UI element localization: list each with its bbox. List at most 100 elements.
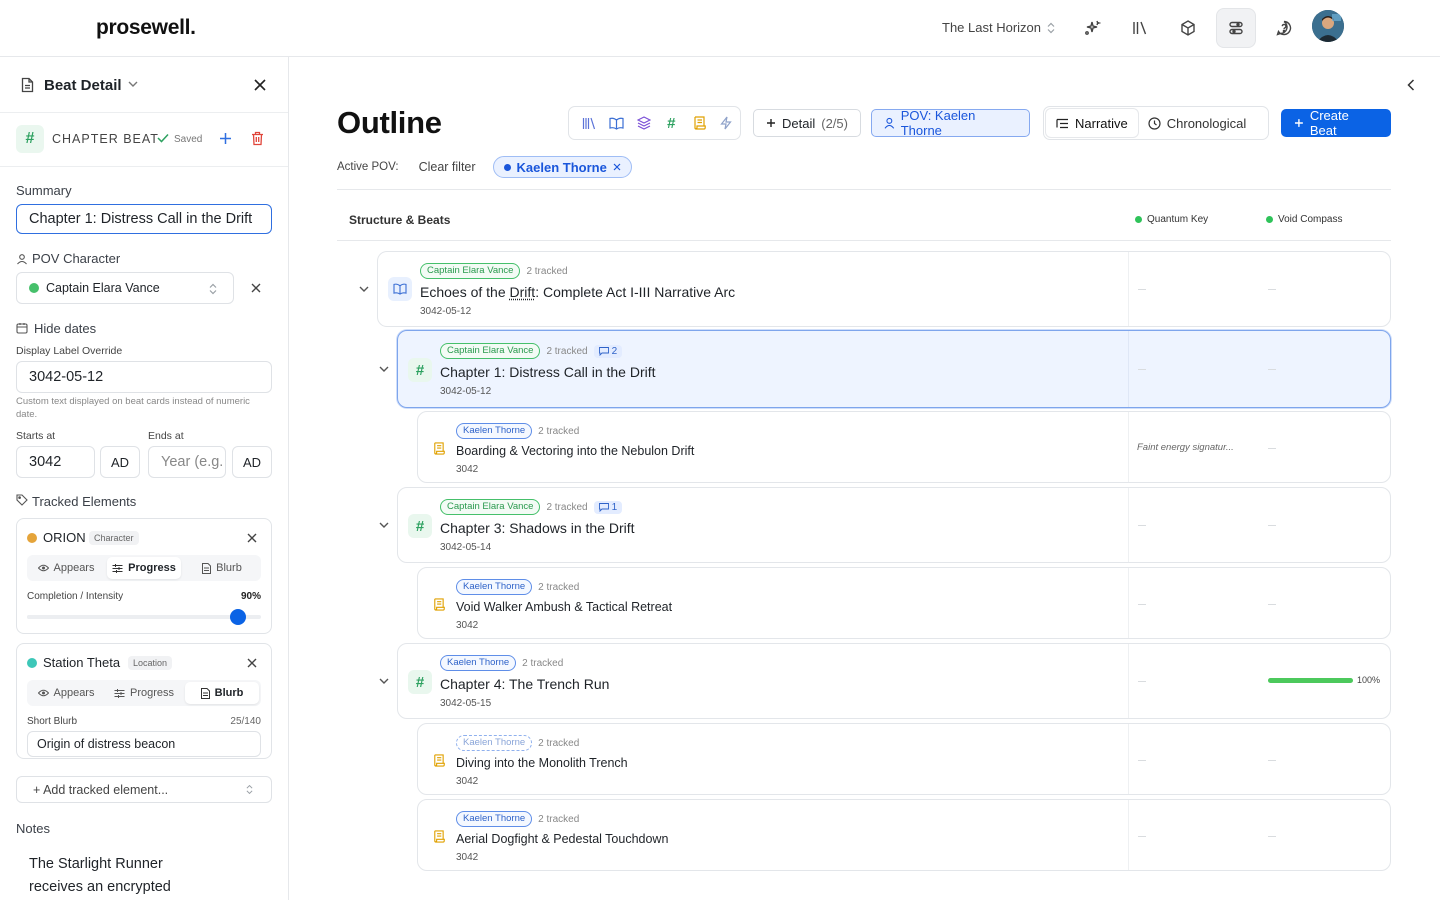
sliders-icon[interactable] (1216, 8, 1256, 48)
beat-card[interactable]: Kaelen Thorne 2 tracked Void Walker Ambu… (417, 567, 1391, 639)
pov-pill[interactable]: Kaelen Thorne (440, 655, 517, 671)
view-mode-toggle: Narrative Chronological (1043, 106, 1269, 140)
collapse-chevron-icon[interactable] (379, 522, 389, 529)
starts-year-input[interactable]: 3042 (16, 446, 95, 478)
slider-thumb[interactable] (229, 609, 246, 625)
layers-icon[interactable] (630, 109, 658, 137)
pov-filter-button[interactable]: POV: Kaelen Thorne (871, 108, 1030, 138)
tracked-element-card: Station Theta Location Appears Progress … (16, 643, 272, 759)
completion-label: Completion / Intensity (27, 591, 124, 602)
column-void-compass[interactable]: Void Compass (1266, 214, 1342, 225)
chronological-view-button[interactable]: Chronological (1138, 109, 1257, 137)
pov-pill[interactable]: Captain Elara Vance (420, 263, 521, 279)
element-type-badge: Character (89, 531, 139, 545)
pov-pill[interactable]: Kaelen Thorne (456, 735, 533, 751)
plus-icon[interactable] (219, 132, 232, 145)
add-tracked-element-select[interactable]: + Add tracked element... (16, 776, 272, 803)
user-avatar[interactable] (1312, 10, 1344, 42)
sparkles-icon[interactable] (1072, 8, 1112, 48)
summary-input[interactable]: Chapter 1: Distress Call in the Drift (16, 204, 272, 234)
beat-card[interactable]: # Kaelen Thorne 2 tracked Chapter 4: The… (397, 643, 1391, 719)
hide-dates-toggle[interactable]: Hide dates (34, 321, 96, 336)
outline-main: Outline # Detail (2/5) POV: Kaelen Thorn… (289, 57, 1440, 900)
quantum-key-cell[interactable]: Faint energy signatur... (1137, 442, 1234, 453)
scroll-icon[interactable] (685, 109, 713, 137)
beat-card[interactable]: Kaelen Thorne 2 tracked Diving into the … (417, 723, 1391, 795)
tab-appears[interactable]: Appears (29, 682, 103, 704)
create-beat-button[interactable]: Create Beat (1281, 108, 1391, 138)
table-header: Structure & Beats Quantum Key Void Compa… (337, 205, 1391, 241)
user-icon (16, 253, 28, 265)
beat-title: Void Walker Ambush & Tactical Retreat (456, 600, 673, 614)
completion-slider[interactable] (27, 609, 261, 625)
starts-era-select[interactable]: AD (100, 446, 140, 478)
ends-era-select[interactable]: AD (232, 446, 272, 478)
cube-icon[interactable] (1168, 8, 1208, 48)
notes-text[interactable]: The Starlight Runner receives an encrypt… (29, 853, 171, 899)
collapse-chevron-icon[interactable] (379, 366, 389, 373)
display-label-input[interactable]: 3042-05-12 (16, 361, 272, 393)
element-color-dot (27, 658, 37, 668)
clear-filter-link[interactable]: Clear filter (419, 160, 476, 174)
remove-element-icon[interactable] (247, 658, 257, 668)
collapse-chevron-icon[interactable] (379, 678, 389, 685)
beat-card-selected[interactable]: # Captain Elara Vance 2 tracked 2 Chapte… (397, 330, 1391, 408)
tab-progress[interactable]: Progress (107, 682, 181, 704)
header-divider (337, 189, 1391, 190)
pov-pill[interactable]: Captain Elara Vance (440, 499, 541, 515)
document-icon (20, 77, 35, 93)
blurb-input[interactable]: Origin of distress beacon (27, 731, 261, 757)
app-logo[interactable]: prosewell. (96, 16, 196, 40)
pov-filter-chip[interactable]: Kaelen Thorne (492, 156, 632, 178)
project-name: The Last Horizon (942, 20, 1041, 35)
progress-fill (1268, 678, 1353, 683)
comment-badge[interactable]: 1 (593, 500, 623, 514)
progress-icon (114, 688, 125, 698)
column-quantum-key[interactable]: Quantum Key (1135, 214, 1208, 225)
document-icon (202, 562, 212, 574)
narrative-view-button[interactable]: Narrative (1046, 109, 1138, 137)
empty-cell (1268, 525, 1276, 526)
chevron-down-icon[interactable] (128, 80, 138, 88)
pov-select[interactable]: Captain Elara Vance (16, 272, 234, 304)
collapse-chevron-icon[interactable] (359, 286, 369, 293)
beat-card[interactable]: # Captain Elara Vance 2 tracked 1 Chapte… (397, 487, 1391, 563)
lightning-icon[interactable] (713, 109, 741, 137)
beat-card[interactable]: Kaelen Thorne 2 tracked Aerial Dogfight … (417, 799, 1391, 871)
pov-pill[interactable]: Captain Elara Vance (440, 343, 541, 359)
eye-icon (37, 689, 49, 697)
trash-icon[interactable] (251, 131, 264, 146)
tab-blurb[interactable]: Blurb (185, 557, 259, 579)
ends-year-input[interactable]: Year (e.g. (148, 446, 226, 478)
project-switcher[interactable]: The Last Horizon (942, 20, 1055, 35)
library-icon[interactable] (575, 109, 603, 137)
plus-icon (767, 119, 775, 127)
tab-blurb[interactable]: Blurb (185, 682, 259, 704)
pov-pill[interactable]: Kaelen Thorne (456, 423, 533, 439)
display-label-help: Custom text displayed on beat cards inst… (16, 396, 250, 420)
comment-badge[interactable]: 2 (593, 344, 623, 358)
collapse-panel-icon[interactable] (1407, 79, 1415, 91)
close-icon (613, 163, 621, 171)
user-icon (884, 117, 895, 129)
close-icon[interactable] (253, 78, 267, 92)
book-open-icon[interactable] (603, 109, 631, 137)
hash-icon[interactable]: # (658, 109, 686, 137)
tab-progress[interactable]: Progress (107, 557, 181, 579)
beat-card[interactable]: Kaelen Thorne 2 tracked Boarding & Vecto… (417, 411, 1391, 483)
empty-cell (1268, 760, 1276, 761)
beat-card[interactable]: Captain Elara Vance 2 tracked Echoes of … (377, 251, 1391, 327)
clear-pov-icon[interactable] (251, 283, 261, 293)
tab-appears[interactable]: Appears (29, 557, 103, 579)
pov-pill[interactable]: Kaelen Thorne (456, 579, 533, 595)
help-icon[interactable] (1264, 8, 1304, 48)
list-tree-icon (1056, 118, 1068, 128)
library-icon[interactable] (1120, 8, 1160, 48)
tracked-elements-label: Tracked Elements (32, 494, 137, 509)
tracked-count: 2 tracked (522, 657, 564, 669)
pov-pill[interactable]: Kaelen Thorne (456, 811, 533, 827)
hash-icon: # (408, 358, 432, 382)
detail-button[interactable]: Detail (2/5) (753, 109, 861, 137)
void-compass-progress[interactable] (1268, 678, 1353, 683)
remove-element-icon[interactable] (247, 533, 257, 543)
